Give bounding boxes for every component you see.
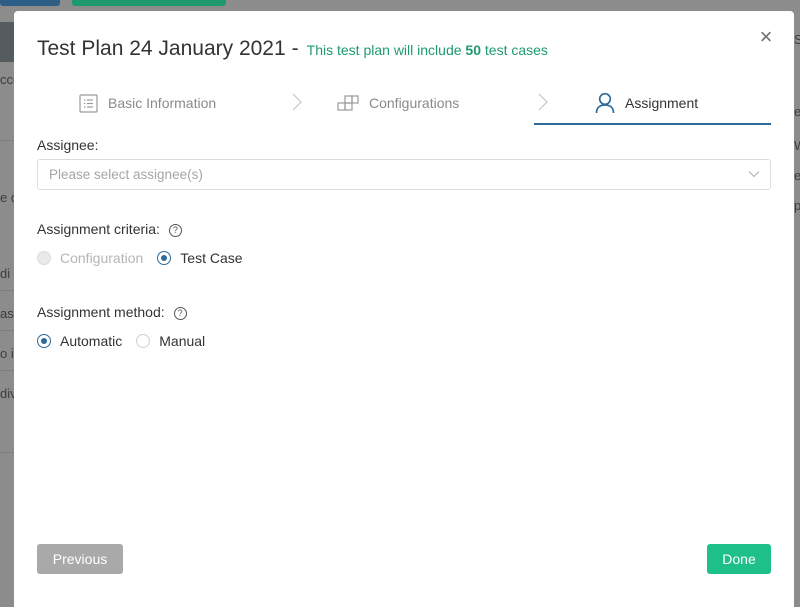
background-button	[72, 0, 226, 6]
assignment-criteria-text: Assignment criteria:	[37, 221, 160, 237]
radio-configuration	[37, 251, 51, 265]
blocks-icon	[337, 94, 359, 112]
option-automatic[interactable]: Automatic	[60, 333, 122, 349]
step-basic-information[interactable]: Basic Information	[79, 83, 216, 123]
note-prefix: This test plan will include	[306, 42, 462, 58]
list-icon	[79, 93, 98, 113]
previous-button[interactable]: Previous	[37, 544, 123, 574]
assignee-select[interactable]: Please select assignee(s)	[37, 159, 771, 190]
chevron-right-icon	[538, 93, 548, 111]
assignee-label: Assignee:	[37, 137, 99, 153]
background-divider	[0, 370, 14, 371]
modal-header: Test Plan 24 January 2021 - This test pl…	[37, 37, 734, 61]
user-icon	[595, 92, 615, 114]
note-suffix: test cases	[484, 42, 548, 58]
assignment-criteria-label: Assignment criteria:?	[37, 221, 182, 237]
background-text: p	[794, 198, 800, 213]
background-text: W	[794, 138, 800, 153]
background-text: as	[0, 306, 14, 321]
assignment-method-group: Automatic Manual	[37, 333, 219, 349]
step-label: Assignment	[625, 95, 699, 111]
background-text: S	[794, 32, 800, 47]
option-manual[interactable]: Manual	[159, 333, 205, 349]
help-icon[interactable]: ?	[173, 307, 187, 320]
background-divider	[0, 330, 14, 331]
background-panel	[0, 22, 14, 62]
assignment-method-label: Assignment method:?	[37, 304, 187, 320]
background-divider	[0, 452, 14, 453]
step-label: Configurations	[369, 95, 460, 111]
option-configuration: Configuration	[60, 250, 144, 266]
close-icon: ×	[759, 24, 773, 49]
radio-test-case[interactable]	[157, 251, 172, 265]
chevron-right-icon	[292, 93, 302, 111]
help-icon[interactable]: ?	[168, 224, 182, 237]
option-test-case[interactable]: Test Case	[180, 250, 242, 266]
wizard-steps: Basic Information Configurations Assignm…	[37, 83, 771, 125]
background-text: e	[794, 168, 800, 183]
assignee-placeholder: Please select assignee(s)	[49, 167, 203, 182]
background-text: di	[0, 266, 11, 281]
modal-title: Test Plan 24 January 2021	[37, 37, 286, 60]
background-button	[0, 0, 60, 6]
radio-manual[interactable]	[136, 334, 151, 348]
title-separator: -	[291, 37, 299, 60]
step-configurations[interactable]: Configurations	[337, 83, 459, 123]
test-plan-modal: × Test Plan 24 January 2021 - This test …	[14, 11, 794, 607]
background-divider	[0, 140, 14, 141]
close-button[interactable]: ×	[756, 24, 776, 49]
assignment-criteria-group: Configuration Test Case	[37, 250, 257, 266]
done-button[interactable]: Done	[707, 544, 771, 574]
background-text: e	[794, 104, 800, 119]
step-label: Basic Information	[108, 95, 217, 111]
active-step-indicator	[534, 123, 771, 125]
background-text: o i	[0, 346, 14, 361]
step-assignment[interactable]: Assignment	[595, 83, 698, 123]
test-case-count-note: This test plan will include 50 test case…	[307, 42, 548, 58]
radio-automatic[interactable]	[37, 334, 51, 348]
assignment-method-text: Assignment method:	[37, 304, 165, 320]
test-case-count: 50	[465, 42, 481, 58]
background-divider	[0, 290, 14, 291]
chevron-down-icon	[748, 171, 760, 178]
